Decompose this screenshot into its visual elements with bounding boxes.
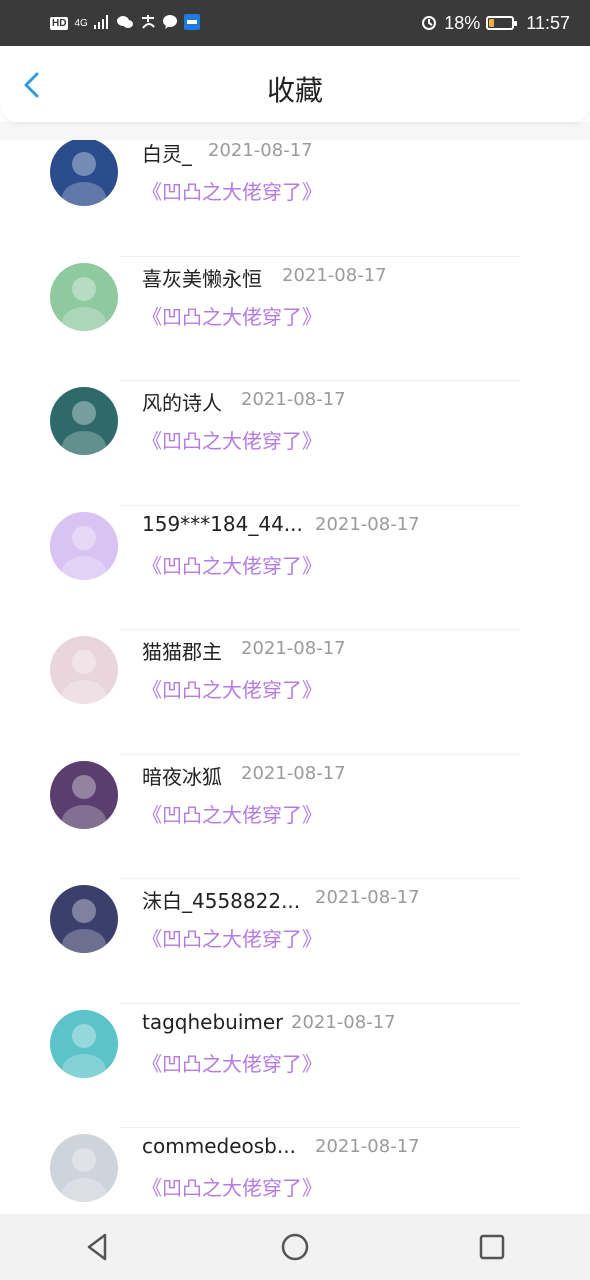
status-bar: HD 4G 18% 11:57 (0, 0, 590, 46)
list-item[interactable]: tagqhebuimer 2021-08-17 《凹凸之大佬穿了》 (0, 1004, 590, 1128)
username[interactable]: 159***184_44... (142, 512, 302, 536)
battery-icon (486, 16, 518, 30)
wechat-icon (116, 14, 134, 32)
favorite-date: 2021-08-17 (241, 762, 346, 784)
signal-label: 4G (74, 17, 88, 29)
avatar[interactable] (50, 387, 118, 455)
nav-back-button[interactable] (78, 1227, 118, 1267)
clock: 11:57 (526, 12, 570, 33)
signal-bars-icon (93, 15, 110, 31)
favorites-list: 白灵_ 2021-08-17 《凹凸之大佬穿了》 喜灰美懒永恒 2021-08-17 《凹… (0, 132, 590, 1253)
username[interactable]: 猫猫郡主 (142, 636, 222, 665)
status-left: HD 4G (50, 14, 200, 32)
list-item[interactable]: 喜灰美懒永恒 2021-08-17 《凹凸之大佬穿了》 (0, 257, 590, 381)
list-item[interactable]: 暗夜冰狐 2021-08-17 《凹凸之大佬穿了》 (0, 755, 590, 879)
list-item[interactable]: 沫白_4558822... 2021-08-17 《凹凸之大佬穿了》 (0, 879, 590, 1004)
avatar[interactable] (50, 138, 118, 206)
favorite-date: 2021-08-17 (208, 140, 313, 161)
header-shadow-strip (0, 122, 590, 140)
username[interactable]: 喜灰美懒永恒 (142, 263, 262, 292)
book-title-link[interactable]: 《凹凸之大佬穿了》 (142, 176, 322, 205)
alarm-icon (420, 13, 438, 33)
circle-home-icon (281, 1233, 309, 1261)
list-item[interactable]: 159***184_44... 2021-08-17 《凹凸之大佬穿了》 (0, 506, 590, 630)
favorite-date: 2021-08-17 (282, 264, 387, 286)
favorite-date: 2021-08-17 (291, 1011, 396, 1033)
book-title-link[interactable]: 《凹凸之大佬穿了》 (142, 923, 322, 952)
avatar[interactable] (50, 1009, 118, 1078)
hd-icon: HD (50, 16, 69, 30)
nav-recent-button[interactable] (472, 1227, 512, 1267)
square-recent-icon (479, 1234, 504, 1260)
username[interactable]: 白灵_ (142, 138, 192, 167)
book-title-link[interactable]: 《凹凸之大佬穿了》 (142, 550, 322, 579)
system-nav-bar (0, 1214, 590, 1280)
favorite-date: 2021-08-17 (241, 638, 346, 659)
app-icon (183, 14, 200, 32)
avatar[interactable] (50, 262, 118, 331)
username[interactable]: commedeosb... (142, 1134, 296, 1158)
avatar[interactable] (50, 511, 118, 580)
page-title: 收藏 (266, 74, 323, 107)
avatar[interactable] (50, 636, 118, 704)
favorite-date: 2021-08-17 (241, 389, 346, 410)
avatar[interactable] (50, 760, 118, 829)
username[interactable]: tagqhebuimer (142, 1010, 283, 1034)
list-item[interactable]: 猫猫郡主 2021-08-17 《凹凸之大佬穿了》 (0, 630, 590, 755)
book-title-link[interactable]: 《凹凸之大佬穿了》 (142, 425, 322, 454)
alipay-icon (140, 14, 156, 32)
header: 收藏 (0, 46, 590, 122)
list-item[interactable]: 风的诗人 2021-08-17 《凹凸之大佬穿了》 (0, 381, 590, 506)
book-title-link[interactable]: 《凹凸之大佬穿了》 (142, 799, 322, 828)
username[interactable]: 风的诗人 (142, 387, 222, 416)
nav-home-button[interactable] (275, 1227, 315, 1267)
favorite-date: 2021-08-17 (315, 887, 420, 908)
favorite-date: 2021-08-17 (315, 1136, 420, 1157)
book-title-link[interactable]: 《凹凸之大佬穿了》 (142, 1172, 322, 1201)
book-title-link[interactable]: 《凹凸之大佬穿了》 (142, 1048, 322, 1077)
book-title-link[interactable]: 《凹凸之大佬穿了》 (142, 301, 322, 330)
triangle-back-icon (88, 1233, 107, 1261)
avatar[interactable] (50, 885, 118, 953)
username[interactable]: 暗夜冰狐 (142, 761, 222, 790)
favorite-date: 2021-08-17 (315, 513, 420, 535)
username[interactable]: 沫白_4558822... (142, 885, 300, 914)
avatar[interactable] (50, 1134, 118, 1202)
battery-percent: 18% (444, 12, 481, 33)
list-item[interactable]: 白灵_ 2021-08-17 《凹凸之大佬穿了》 (0, 132, 590, 257)
message-icon (162, 14, 178, 32)
status-right: 18% 11:57 (420, 13, 570, 34)
book-title-link[interactable]: 《凹凸之大佬穿了》 (142, 674, 322, 703)
